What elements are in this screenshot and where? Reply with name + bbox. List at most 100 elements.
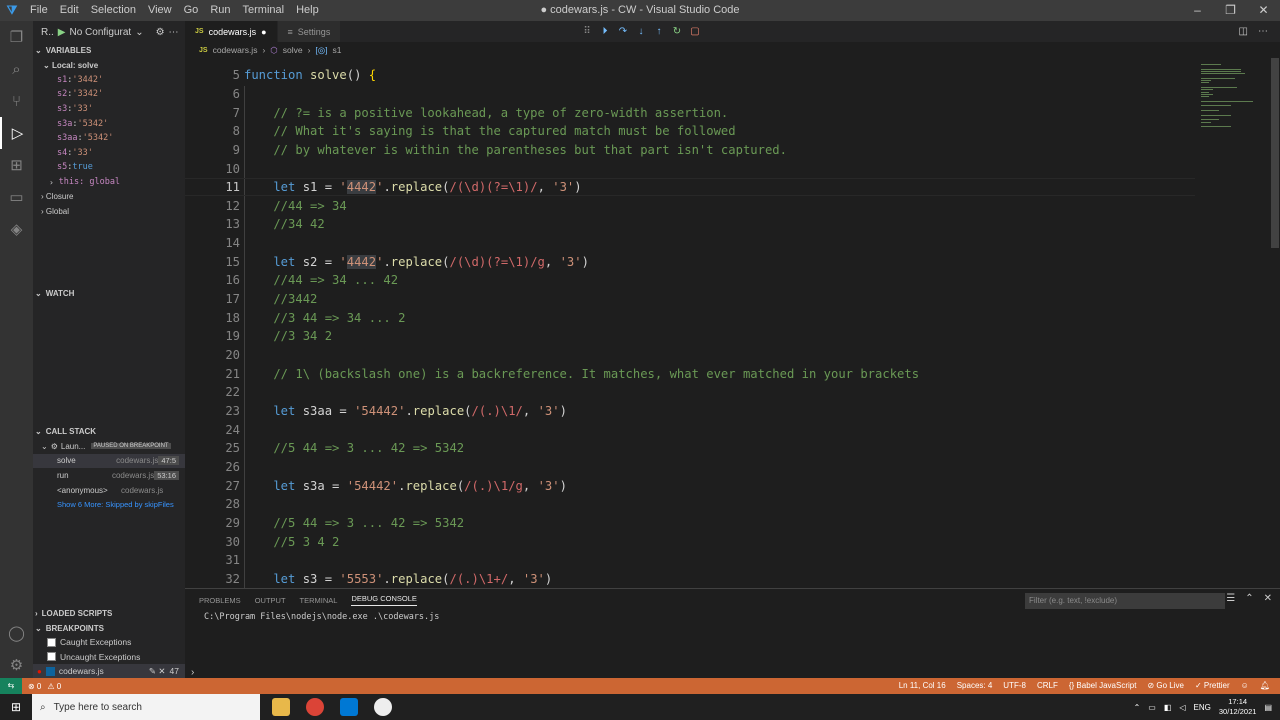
- windows-start-icon[interactable]: ⊞: [0, 700, 32, 714]
- panel-tab-output[interactable]: OUTPUT: [255, 596, 286, 605]
- network-icon[interactable]: ◧: [1164, 703, 1172, 712]
- maximize-panel-icon[interactable]: ⌃: [1245, 593, 1253, 604]
- code-line[interactable]: 24: [185, 420, 1195, 439]
- scope-closure[interactable]: › Closure: [33, 189, 185, 204]
- errors-count[interactable]: ⊗ 0: [28, 682, 41, 691]
- menu-item-file[interactable]: File: [24, 0, 54, 21]
- remote-explorer-icon[interactable]: ▭: [0, 181, 33, 213]
- file-explorer-icon[interactable]: [272, 698, 290, 716]
- breakpoint-item[interactable]: Uncaught Exceptions: [33, 650, 185, 665]
- line-number[interactable]: 11: [185, 180, 240, 194]
- panel-tab-terminal[interactable]: TERMINAL: [300, 596, 338, 605]
- line-number[interactable]: 12: [185, 199, 240, 213]
- line-number[interactable]: 9: [185, 143, 240, 157]
- line-number[interactable]: 18: [185, 311, 240, 325]
- variables-header[interactable]: ⌄ VARIABLES: [33, 43, 185, 58]
- stack-frame[interactable]: solve codewars.js 47:5: [33, 453, 185, 469]
- line-number[interactable]: 6: [185, 87, 240, 101]
- code-line[interactable]: 30 //5 3 4 2: [185, 532, 1195, 551]
- line-number[interactable]: 22: [185, 385, 240, 399]
- drag-handle-icon[interactable]: ⠿: [580, 26, 594, 37]
- variable-row[interactable]: s2: '3342': [33, 87, 185, 102]
- more-icon[interactable]: ⋯: [169, 27, 179, 38]
- edit-breakpoint-icon[interactable]: ✎ ✕: [149, 666, 166, 677]
- menu-item-go[interactable]: Go: [178, 0, 205, 21]
- scrollbar-thumb[interactable]: [1271, 58, 1279, 248]
- code-line[interactable]: 8 // What it's saying is that the captur…: [185, 122, 1195, 141]
- restore-icon[interactable]: ❐: [1214, 0, 1247, 21]
- code-line[interactable]: 29 //5 44 => 3 ... 42 => 5342: [185, 514, 1195, 533]
- clock[interactable]: 17:14 30/12/2021: [1219, 697, 1257, 717]
- menu-item-selection[interactable]: Selection: [85, 0, 142, 21]
- breakpoints-header[interactable]: ⌄ BREAKPOINTS: [33, 621, 185, 636]
- taskbar-search[interactable]: ⌕ Type here to search: [32, 694, 260, 720]
- line-number[interactable]: 28: [185, 497, 240, 511]
- prettier[interactable]: ✓ Prettier: [1195, 678, 1230, 694]
- breakpoint-item[interactable]: ● codewars.js ✎ ✕ 47: [33, 664, 185, 678]
- tab-settings[interactable]: ≡ Settings: [277, 21, 342, 42]
- code-line[interactable]: 11 let s1 = '4442'.replace(/(\d)(?=\1)/,…: [185, 177, 1195, 197]
- code-line[interactable]: 32 let s3 = '5553'.replace(/(.)\1+/, '3'…: [185, 570, 1195, 588]
- variable-row[interactable]: s3: '33': [33, 102, 185, 117]
- go-live[interactable]: ⊘ Go Live: [1147, 678, 1184, 694]
- chevron-up-icon[interactable]: ⌃: [1134, 703, 1141, 712]
- more-actions-icon[interactable]: ⋯: [1258, 21, 1268, 42]
- line-number[interactable]: 21: [185, 367, 240, 381]
- editor-scrollbar[interactable]: [1270, 58, 1280, 588]
- panel-tab-debug-console[interactable]: DEBUG CONSOLE: [351, 594, 417, 606]
- code-line[interactable]: 6: [185, 85, 1195, 104]
- variable-row[interactable]: s3a: '5342': [33, 116, 185, 131]
- vscode-taskbar-icon[interactable]: [340, 698, 358, 716]
- code-line[interactable]: 15 let s2 = '4442'.replace(/(\d)(?=\1)/g…: [185, 253, 1195, 272]
- explorer-icon[interactable]: ❐: [0, 21, 33, 53]
- breakpoint-checkbox[interactable]: [47, 637, 56, 647]
- code-line[interactable]: 19 //3 34 2: [185, 327, 1195, 346]
- breadcrumb-variable[interactable]: s1: [333, 45, 342, 55]
- launch-session[interactable]: ⌄ ⚙ Laun... PAUSED ON BREAKPOINT: [33, 439, 185, 454]
- line-number[interactable]: 19: [185, 329, 240, 343]
- line-number[interactable]: 27: [185, 479, 240, 493]
- code-line[interactable]: 12 //44 => 34: [185, 197, 1195, 216]
- code-line[interactable]: 28: [185, 495, 1195, 514]
- scope-this[interactable]: › this: global: [33, 175, 185, 190]
- breakpoint-item[interactable]: Caught Exceptions: [33, 635, 185, 650]
- line-endings[interactable]: CRLF: [1037, 678, 1058, 694]
- line-number[interactable]: 29: [185, 516, 240, 530]
- line-number[interactable]: 23: [185, 404, 240, 418]
- code-line[interactable]: 25 //5 44 => 3 ... 42 => 5342: [185, 439, 1195, 458]
- variable-row[interactable]: s4: '33': [33, 146, 185, 161]
- breakpoint-checkbox[interactable]: [47, 652, 56, 662]
- close-panel-icon[interactable]: ✕: [1264, 593, 1272, 604]
- line-number[interactable]: 30: [185, 535, 240, 549]
- panel-tab-problems[interactable]: PROBLEMS: [199, 596, 241, 605]
- remote-icon[interactable]: ⇆: [0, 678, 22, 694]
- start-debugging-icon[interactable]: ▶: [58, 27, 66, 38]
- variable-row[interactable]: s1: '3442': [33, 73, 185, 88]
- code-line[interactable]: 13 //34 42: [185, 215, 1195, 234]
- battery-icon[interactable]: ▭: [1148, 703, 1156, 712]
- menu-item-run[interactable]: Run: [204, 0, 236, 21]
- manage-gear-icon[interactable]: ⚙: [0, 649, 33, 681]
- line-number[interactable]: 8: [185, 124, 240, 138]
- feedback-icon[interactable]: ☺: [1241, 678, 1249, 694]
- line-number[interactable]: 25: [185, 441, 240, 455]
- extensions-icon[interactable]: ⊞: [0, 149, 33, 181]
- scope-global[interactable]: › Global: [33, 204, 185, 219]
- line-number[interactable]: 31: [185, 553, 240, 567]
- github-icon[interactable]: [374, 698, 392, 716]
- code-line[interactable]: 17 //3442: [185, 290, 1195, 309]
- code-line[interactable]: 18 //3 44 => 34 ... 2: [185, 308, 1195, 327]
- line-number[interactable]: 15: [185, 255, 240, 269]
- indentation[interactable]: Spaces: 4: [957, 678, 993, 694]
- code-line[interactable]: 26: [185, 458, 1195, 477]
- loaded-scripts-header[interactable]: › LOADED SCRIPTS: [33, 606, 185, 621]
- code-line[interactable]: 23 let s3aa = '54442'.replace(/(.)\1/, '…: [185, 402, 1195, 421]
- stack-frame[interactable]: <anonymous> codewars.js: [33, 483, 185, 498]
- run-debug-icon[interactable]: ▷: [0, 117, 33, 149]
- code-line[interactable]: 5 function solve() {: [185, 66, 1195, 85]
- line-number[interactable]: 32: [185, 572, 240, 586]
- volume-icon[interactable]: ◁: [1179, 703, 1185, 712]
- unsaved-dot-icon[interactable]: ●: [261, 27, 266, 37]
- warnings-count[interactable]: ⚠ 0: [47, 682, 61, 691]
- stop-icon[interactable]: ▢: [688, 26, 702, 37]
